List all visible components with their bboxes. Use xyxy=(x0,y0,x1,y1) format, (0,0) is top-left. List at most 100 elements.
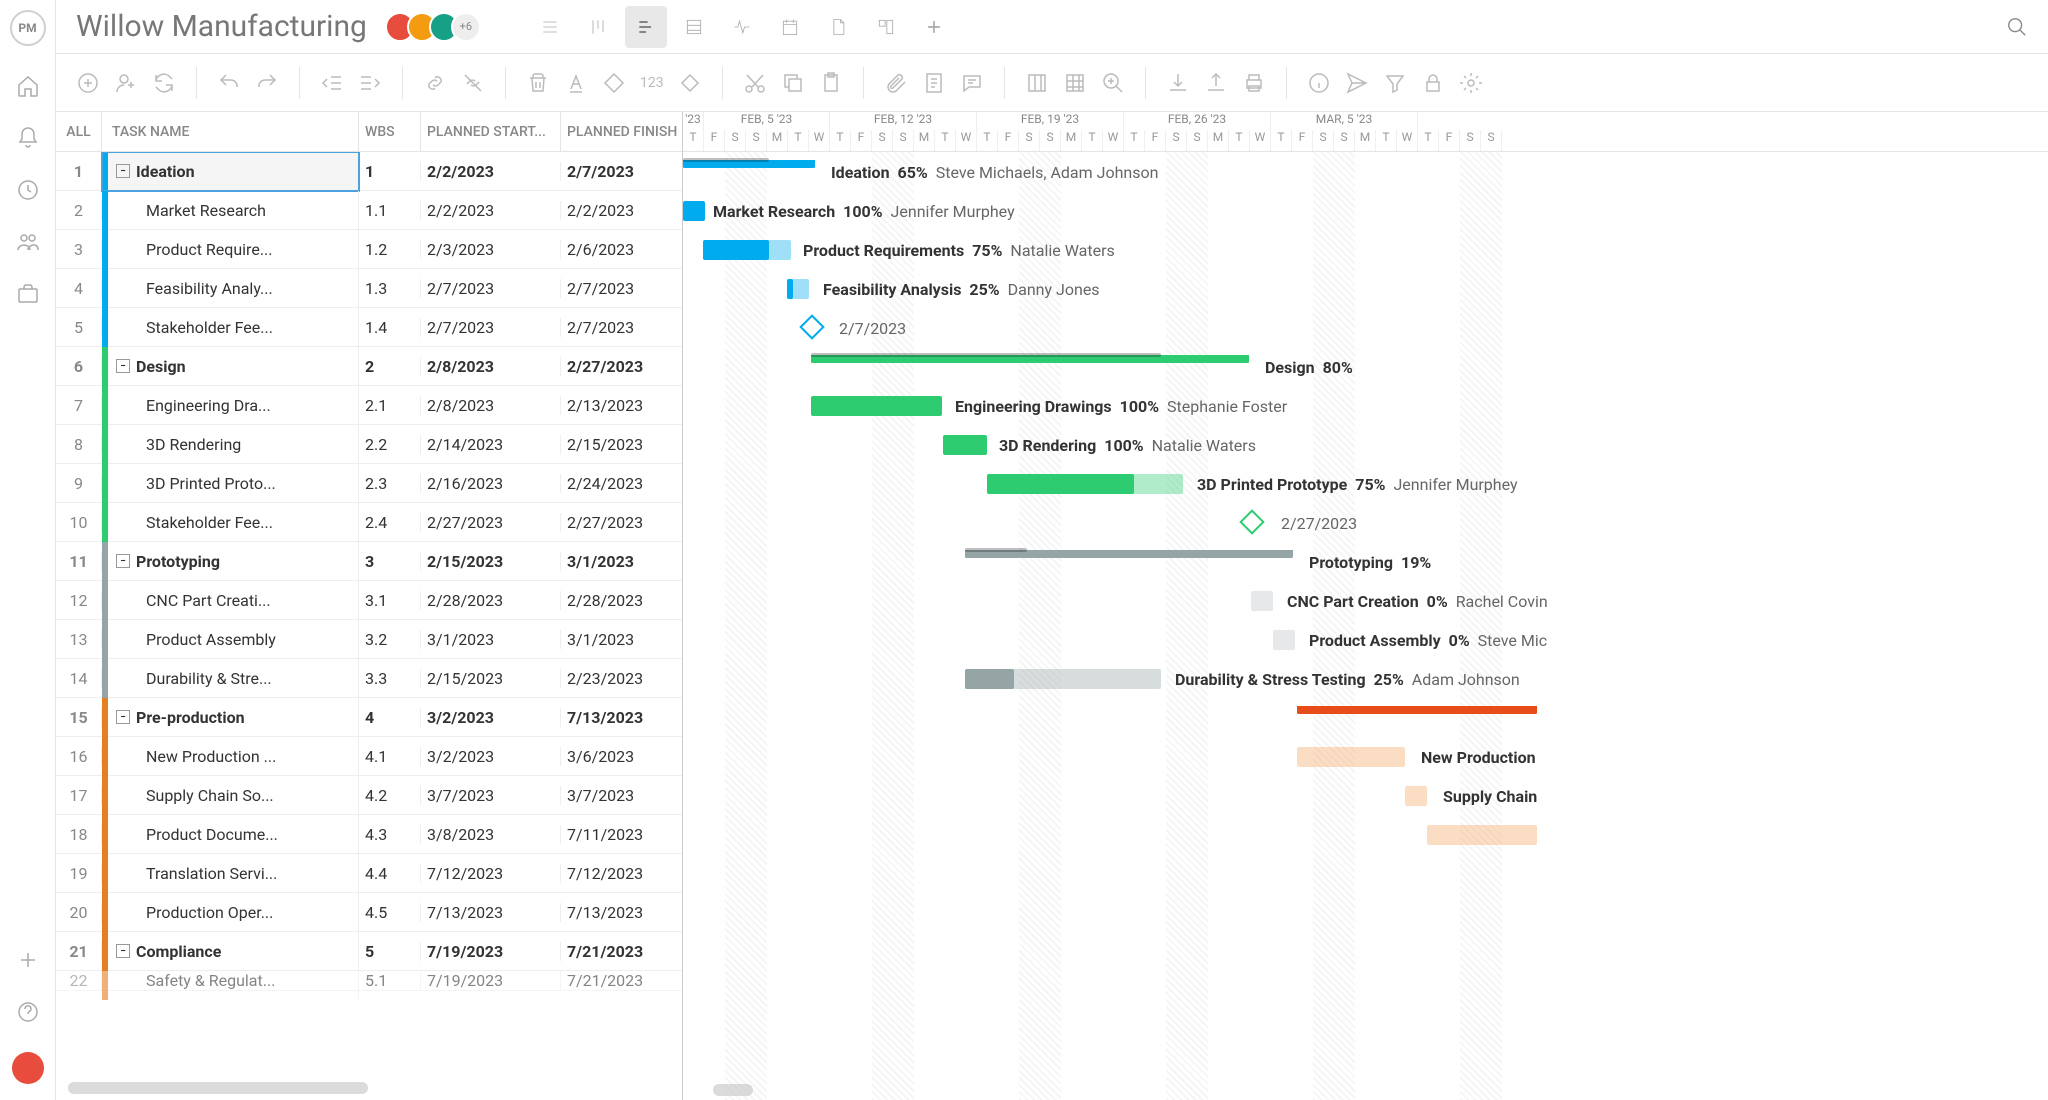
search-icon[interactable] xyxy=(2006,16,2028,38)
finish-cell[interactable]: 2/7/2023 xyxy=(561,279,681,298)
redo-icon[interactable] xyxy=(255,71,279,95)
wbs-cell[interactable]: 4.3 xyxy=(359,825,421,844)
wbs-cell[interactable]: 1.3 xyxy=(359,279,421,298)
copy-icon[interactable] xyxy=(781,71,805,95)
start-cell[interactable]: 2/28/2023 xyxy=(421,591,561,610)
unlink-icon[interactable] xyxy=(461,71,485,95)
task-name[interactable]: Safety & Regulat... xyxy=(116,971,275,990)
lock-icon[interactable] xyxy=(1421,71,1445,95)
comment-icon[interactable] xyxy=(960,71,984,95)
wbs-cell[interactable]: 3.3 xyxy=(359,669,421,688)
milestone-marker[interactable] xyxy=(799,314,824,339)
wbs-cell[interactable]: 3 xyxy=(359,552,421,571)
task-row[interactable]: 7 Engineering Dra... 2.1 2/8/2023 2/13/2… xyxy=(56,386,682,425)
add-task-icon[interactable] xyxy=(76,71,100,95)
finish-cell[interactable]: 2/28/2023 xyxy=(561,591,681,610)
task-bar[interactable] xyxy=(683,201,705,221)
wbs-cell[interactable]: 5 xyxy=(359,942,421,961)
task-row[interactable]: 12 CNC Part Creati... 3.1 2/28/2023 2/28… xyxy=(56,581,682,620)
sheet-view-icon[interactable] xyxy=(673,6,715,48)
wbs-cell[interactable]: 2.4 xyxy=(359,513,421,532)
task-row[interactable]: 13 Product Assembly 3.2 3/1/2023 3/1/202… xyxy=(56,620,682,659)
activity-view-icon[interactable] xyxy=(721,6,763,48)
gantt-view-icon[interactable] xyxy=(625,6,667,48)
wbs-cell[interactable]: 2.2 xyxy=(359,435,421,454)
notes-icon[interactable] xyxy=(922,71,946,95)
send-icon[interactable] xyxy=(1345,71,1369,95)
finish-cell[interactable]: 7/11/2023 xyxy=(561,825,681,844)
milestone-marker[interactable] xyxy=(1239,509,1264,534)
people-icon[interactable] xyxy=(16,230,40,254)
cut-icon[interactable] xyxy=(743,71,767,95)
task-name[interactable]: Product Assembly xyxy=(116,630,276,649)
task-name[interactable]: Market Research xyxy=(116,201,266,220)
text-color-icon[interactable] xyxy=(564,71,588,95)
wbs-cell[interactable]: 2 xyxy=(359,357,421,376)
clock-icon[interactable] xyxy=(16,178,40,202)
add-view-icon[interactable] xyxy=(913,6,955,48)
wbs-cell[interactable]: 1.1 xyxy=(359,201,421,220)
task-row[interactable]: 17 Supply Chain So... 4.2 3/7/2023 3/7/2… xyxy=(56,776,682,815)
wbs-cell[interactable]: 4.1 xyxy=(359,747,421,766)
columns-icon[interactable] xyxy=(1025,71,1049,95)
import-icon[interactable] xyxy=(1166,71,1190,95)
task-bar[interactable] xyxy=(1427,825,1537,845)
task-name[interactable]: Product Require... xyxy=(116,240,272,259)
collapse-icon[interactable]: − xyxy=(116,554,130,568)
wbs-cell[interactable]: 1.4 xyxy=(359,318,421,337)
finish-cell[interactable]: 2/7/2023 xyxy=(561,162,681,181)
finish-cell[interactable]: 7/13/2023 xyxy=(561,708,681,727)
finish-cell[interactable]: 2/6/2023 xyxy=(561,240,681,259)
task-name[interactable]: Pre-production xyxy=(136,708,245,727)
wbs-cell[interactable]: 3.2 xyxy=(359,630,421,649)
milestone-icon[interactable] xyxy=(678,71,702,95)
task-row[interactable]: 16 New Production ... 4.1 3/2/2023 3/6/2… xyxy=(56,737,682,776)
collapse-icon[interactable]: − xyxy=(116,710,130,724)
wbs-cell[interactable]: 5.1 xyxy=(359,971,421,990)
start-cell[interactable]: 7/19/2023 xyxy=(421,942,561,961)
task-name[interactable]: Design xyxy=(136,357,186,376)
filter-icon[interactable] xyxy=(1383,71,1407,95)
finish-cell[interactable]: 3/6/2023 xyxy=(561,747,681,766)
finish-cell[interactable]: 7/21/2023 xyxy=(561,971,681,990)
grid-icon[interactable] xyxy=(1063,71,1087,95)
start-cell[interactable]: 2/8/2023 xyxy=(421,396,561,415)
task-name[interactable]: Stakeholder Fee... xyxy=(116,318,273,337)
gantt-chart[interactable]: '23FEB, 5 '23FEB, 12 '23FEB, 19 '23FEB, … xyxy=(683,112,2048,1100)
task-name[interactable]: CNC Part Creati... xyxy=(116,591,271,610)
indent-icon[interactable] xyxy=(358,71,382,95)
help-icon[interactable] xyxy=(16,1000,40,1024)
grid-scrollbar[interactable] xyxy=(68,1082,368,1094)
task-bar[interactable] xyxy=(1297,747,1405,767)
task-row[interactable]: 9 3D Printed Proto... 2.3 2/16/2023 2/24… xyxy=(56,464,682,503)
wbs-cell[interactable]: 3.1 xyxy=(359,591,421,610)
collapse-icon[interactable]: − xyxy=(116,944,130,958)
task-row[interactable]: 19 Translation Servi... 4.4 7/12/2023 7/… xyxy=(56,854,682,893)
task-row[interactable]: 4 Feasibility Analy... 1.3 2/7/2023 2/7/… xyxy=(56,269,682,308)
task-row[interactable]: 1 − Ideation 1 2/2/2023 2/7/2023 xyxy=(56,152,682,191)
file-view-icon[interactable] xyxy=(817,6,859,48)
link-icon[interactable] xyxy=(423,71,447,95)
calendar-view-icon[interactable] xyxy=(769,6,811,48)
task-bar[interactable] xyxy=(943,435,987,455)
col-all[interactable]: ALL xyxy=(56,112,102,151)
start-cell[interactable]: 2/2/2023 xyxy=(421,201,561,220)
start-cell[interactable]: 2/3/2023 xyxy=(421,240,561,259)
export-icon[interactable] xyxy=(1204,71,1228,95)
task-row[interactable]: 22 Safety & Regulat... 5.1 7/19/2023 7/2… xyxy=(56,971,682,991)
wbs-cell[interactable]: 4.4 xyxy=(359,864,421,883)
tag-icon[interactable] xyxy=(602,71,626,95)
wbs-cell[interactable]: 4 xyxy=(359,708,421,727)
task-row[interactable]: 2 Market Research 1.1 2/2/2023 2/2/2023 xyxy=(56,191,682,230)
list-view-icon[interactable] xyxy=(529,6,571,48)
start-cell[interactable]: 2/7/2023 xyxy=(421,318,561,337)
task-name[interactable]: 3D Rendering xyxy=(116,435,241,454)
col-planned-start[interactable]: PLANNED START... xyxy=(421,112,561,151)
attach-icon[interactable] xyxy=(884,71,908,95)
collapse-icon[interactable]: − xyxy=(116,164,130,178)
member-avatars[interactable]: +6 xyxy=(385,12,481,42)
collapse-icon[interactable]: − xyxy=(116,359,130,373)
finish-cell[interactable]: 3/7/2023 xyxy=(561,786,681,805)
finish-cell[interactable]: 2/24/2023 xyxy=(561,474,681,493)
dashboard-view-icon[interactable] xyxy=(865,6,907,48)
